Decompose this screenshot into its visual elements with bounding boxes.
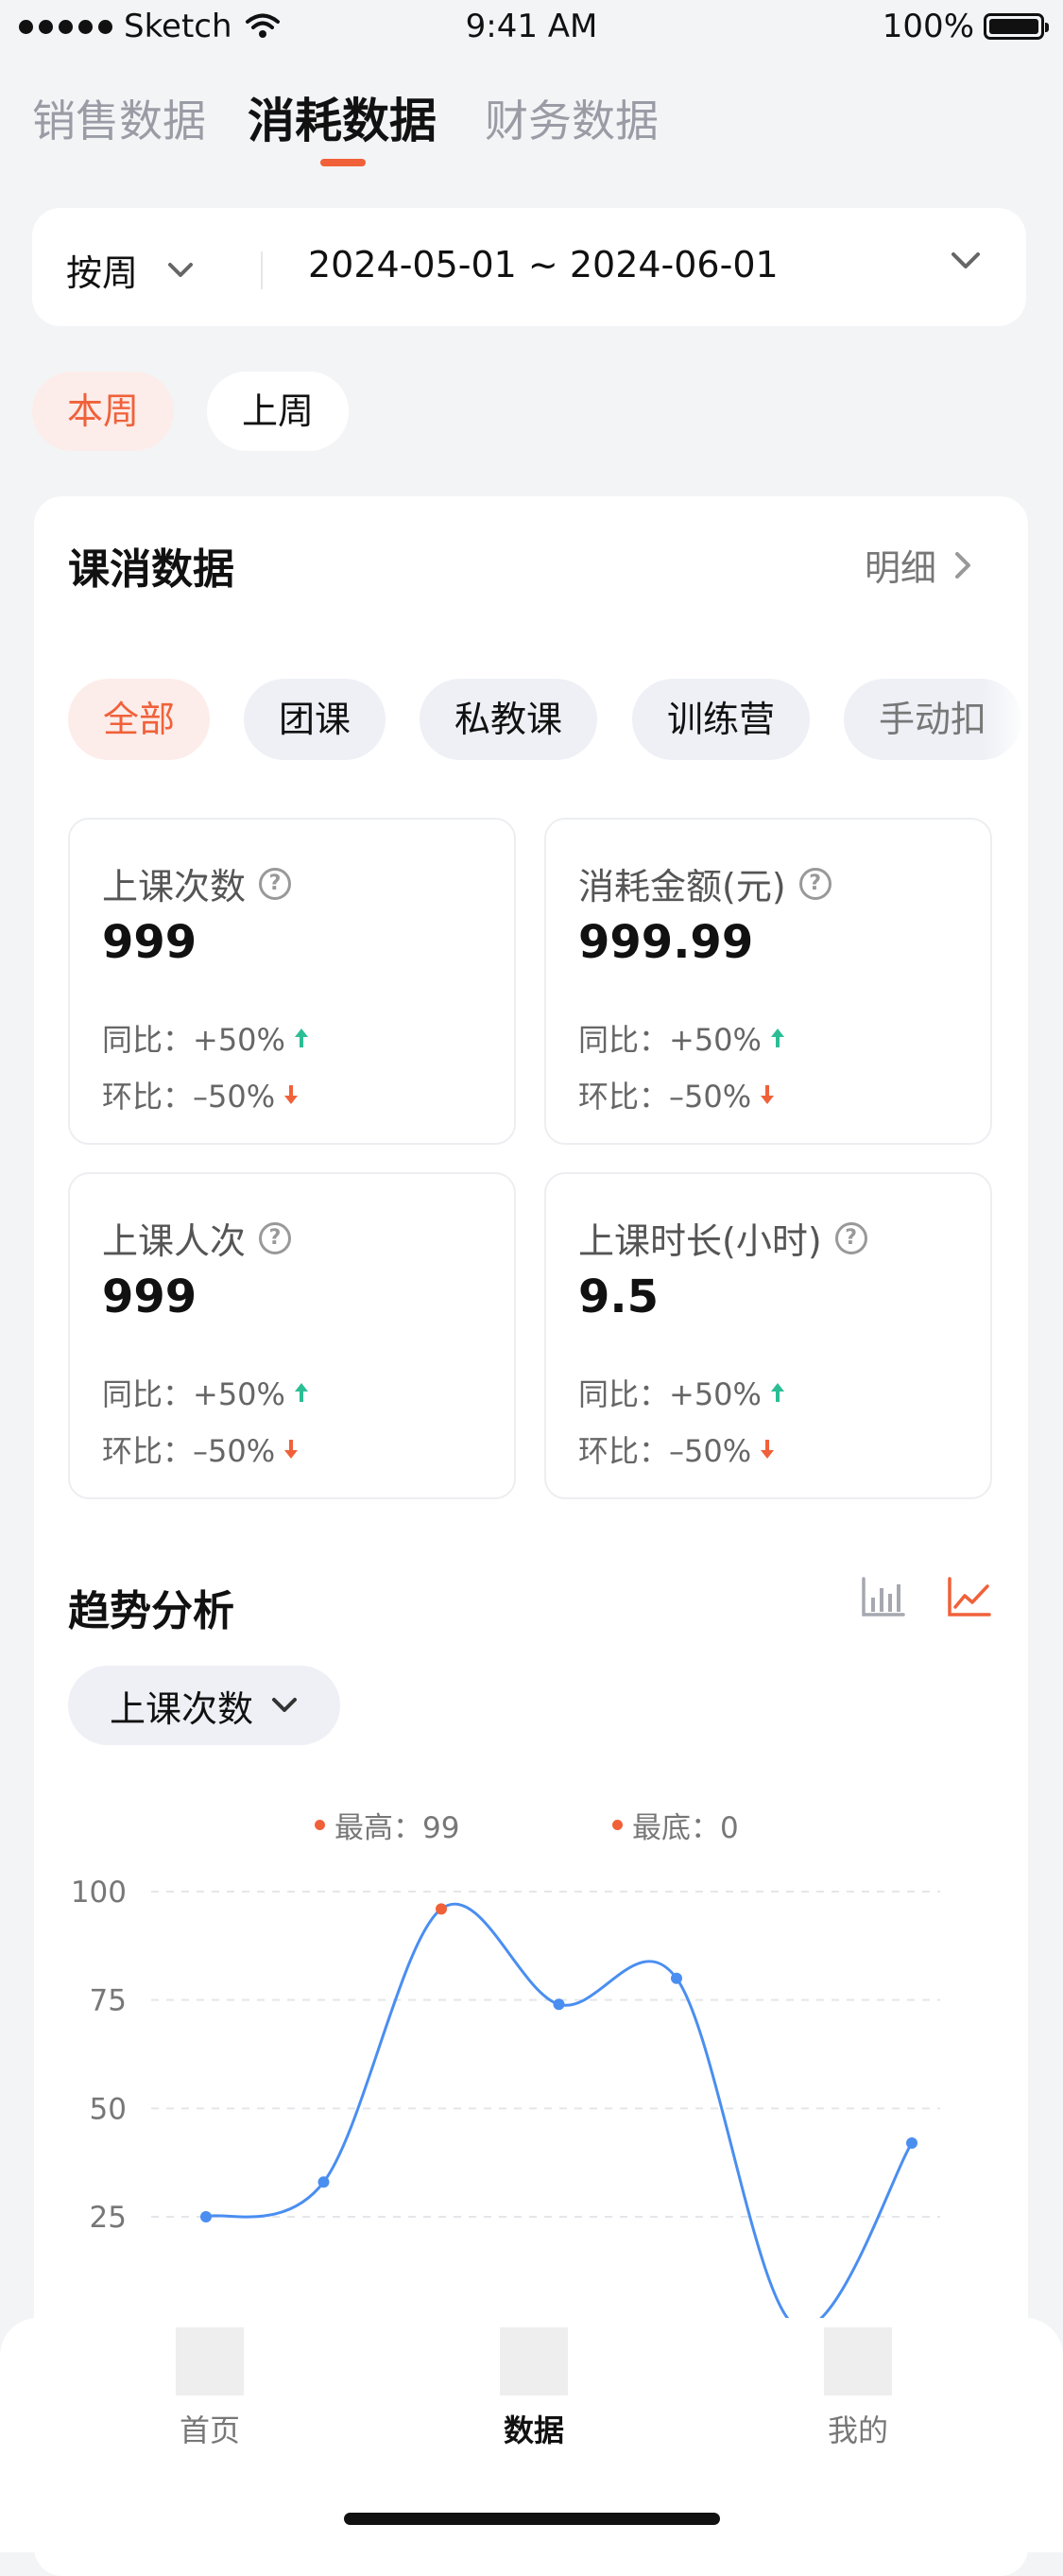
data-point	[553, 1998, 565, 2011]
max-point	[436, 1903, 447, 1915]
y-tick-label: 50	[90, 2092, 127, 2126]
tab-mine-label: 我的	[827, 2412, 888, 2448]
home-icon	[176, 2327, 244, 2395]
series-line	[205, 1902, 914, 2330]
home-indicator	[344, 2513, 720, 2525]
tab-data[interactable]: 数据	[477, 2327, 591, 2450]
y-tick-label: 25	[90, 2201, 127, 2235]
data-point	[671, 1972, 682, 1984]
y-tick-label: 100	[71, 1876, 127, 1910]
profile-icon	[824, 2327, 892, 2395]
data-point	[317, 2176, 330, 2188]
data-point	[906, 2137, 917, 2150]
data-icon	[500, 2327, 568, 2395]
tab-home[interactable]: 首页	[153, 2327, 266, 2450]
tab-data-label: 数据	[503, 2412, 564, 2448]
data-point	[200, 2211, 212, 2222]
trend-line-chart: 100 75 50 25	[71, 1876, 940, 2331]
tab-mine[interactable]: 我的	[801, 2327, 915, 2450]
tab-home-label: 首页	[179, 2412, 240, 2448]
y-tick-label: 75	[90, 1984, 127, 2018]
